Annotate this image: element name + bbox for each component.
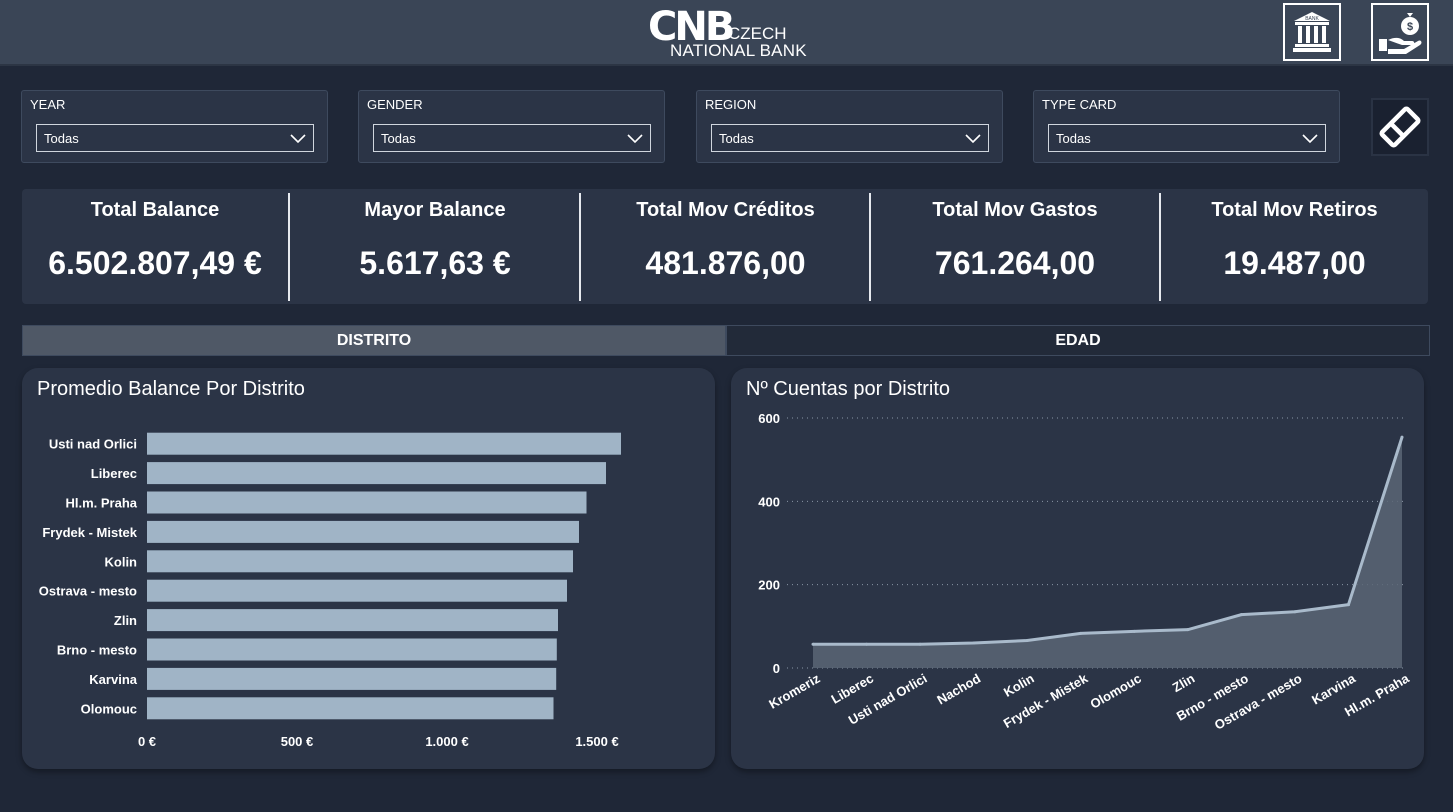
kpi-value: 761.264,00 — [934, 245, 1096, 281]
chevron-down-icon — [1302, 134, 1318, 144]
gender-slicer-label: GENDER — [367, 97, 423, 112]
money-hand-icon-button[interactable]: $ — [1371, 3, 1429, 61]
data-point — [1132, 629, 1136, 633]
type-card-dropdown[interactable]: Todas — [1048, 124, 1326, 152]
kpi-value: 5.617,63 € — [359, 245, 511, 281]
data-point — [1346, 603, 1350, 607]
year-slicer: YEAR Todas — [21, 90, 328, 163]
bar — [147, 579, 567, 602]
accounts-by-district-card: Nº Cuentas por Distrito 0 200 400 600 Kromer… — [731, 368, 1424, 769]
year-dropdown[interactable]: Todas — [36, 124, 314, 152]
category-label: Ostrava - mesto — [39, 584, 137, 599]
tab-distrito[interactable]: DISTRITO — [22, 325, 726, 356]
kpi-title: Mayor Balance — [364, 199, 506, 221]
chevron-down-icon — [627, 134, 643, 144]
category-label: Frydek - Mistek — [42, 525, 137, 540]
bank-icon-button[interactable]: BANK — [1283, 3, 1341, 61]
bar — [147, 609, 558, 632]
category-label: Olomouc — [81, 701, 137, 716]
top-header: CNB CZECH NATIONAL BANK BANK $ — [0, 0, 1453, 66]
accounts-area-chart: 0200400600Kromeriz LiberecUsti nad Orlici… — [758, 411, 1412, 733]
x-tick-label: 1.500 € — [575, 734, 618, 749]
y-tick-label: 0 — [773, 661, 780, 676]
chevron-down-icon — [965, 134, 981, 144]
x-tick-label: 1.000 € — [425, 734, 468, 749]
data-point — [972, 641, 976, 645]
type-card-slicer: TYPE CARD Todas — [1033, 90, 1340, 163]
gender-dropdown[interactable]: Todas — [373, 124, 651, 152]
category-label: Usti nad Orlici — [49, 437, 137, 452]
bar — [147, 491, 587, 514]
type-card-slicer-label: TYPE CARD — [1042, 97, 1117, 112]
region-slicer: REGION Todas — [696, 90, 1003, 163]
data-point — [1239, 613, 1243, 617]
svg-text:BANK: BANK — [1305, 16, 1319, 22]
chevron-down-icon — [290, 134, 306, 144]
region-selected-value: Todas — [719, 131, 754, 146]
data-point — [811, 642, 815, 646]
x-tick-label: Kromeriz — [766, 670, 823, 711]
kpi-title: Total Mov Retiros — [1211, 199, 1378, 221]
data-point — [1025, 639, 1029, 642]
x-tick-label: Nachod — [934, 671, 983, 708]
data-point — [918, 642, 922, 646]
svg-text:$: $ — [1407, 21, 1413, 33]
bar — [147, 432, 621, 455]
tab-edad[interactable]: EDAD — [726, 325, 1430, 356]
region-dropdown[interactable]: Todas — [711, 124, 989, 152]
data-point — [1079, 631, 1083, 635]
category-label: Kolin — [105, 554, 138, 569]
x-tick-label: Kolin — [1001, 671, 1037, 700]
kpi-total-mov-creditos: Total Mov Créditos 481.876,00 — [581, 189, 870, 304]
bar — [147, 550, 573, 573]
y-tick-label: 600 — [758, 411, 780, 426]
region-slicer-label: REGION — [705, 97, 757, 112]
bar — [147, 697, 554, 720]
x-tick-label: 0 € — [138, 734, 156, 749]
eraser-icon — [1379, 106, 1421, 148]
data-point — [1186, 628, 1190, 632]
clear-filters-button[interactable] — [1371, 98, 1429, 156]
kpi-title: Total Mov Créditos — [636, 199, 815, 221]
bar — [147, 638, 557, 661]
bar — [147, 520, 579, 543]
kpi-value: 19.487,00 — [1223, 245, 1366, 281]
kpi-total-mov-retiros: Total Mov Retiros 19.487,00 — [1161, 189, 1428, 304]
category-label: Zlin — [114, 613, 137, 628]
gender-slicer: GENDER Todas — [358, 90, 665, 163]
x-tick-label: Olomouc — [1087, 671, 1143, 712]
gender-selected-value: Todas — [381, 131, 416, 146]
bank-icon: BANK — [1293, 12, 1331, 52]
year-selected-value: Todas — [44, 131, 79, 146]
data-point — [1400, 435, 1404, 439]
kpi-total-mov-gastos: Total Mov Gastos 761.264,00 — [871, 189, 1159, 304]
kpi-mayor-balance: Mayor Balance 5.617,63 € — [290, 189, 580, 304]
view-tabs: DISTRITO EDAD — [22, 325, 1430, 356]
logo-line-2: NATIONAL BANK — [670, 41, 807, 60]
category-label: Hl.m. Praha — [65, 496, 137, 511]
x-tick-label: 500 € — [281, 734, 314, 749]
category-label: Karvina — [89, 672, 137, 687]
kpi-title: Total Balance — [90, 199, 220, 221]
kpi-bar: Total Balance 6.502.807,49 € Mayor Balan… — [22, 189, 1428, 304]
data-point — [865, 642, 869, 646]
category-label: Brno - mesto — [57, 643, 137, 658]
bar — [147, 667, 557, 690]
balance-bar-chart: Usti nad Orlici Liberec Hl.m. Praha Frydek … — [39, 432, 621, 749]
kpi-value: 481.876,00 — [645, 245, 806, 281]
kpi-value: 6.502.807,49 € — [48, 245, 262, 281]
balance-by-district-card: Promedio Balance Por Distrito Usti nad O… — [22, 368, 715, 769]
bar — [147, 462, 606, 485]
kpi-title: Total Mov Gastos — [932, 199, 1098, 221]
x-tick-label: Zlin — [1170, 671, 1198, 696]
y-tick-label: 400 — [758, 494, 780, 509]
type-card-selected-value: Todas — [1056, 131, 1091, 146]
data-point — [1293, 610, 1297, 614]
money-hand-icon: $ — [1379, 13, 1422, 54]
kpi-total-balance: Total Balance 6.502.807,49 € — [22, 189, 288, 304]
year-slicer-label: YEAR — [30, 97, 66, 112]
cnb-logo: CNB CZECH NATIONAL BANK — [648, 4, 818, 62]
y-tick-label: 200 — [758, 578, 780, 593]
category-label: Liberec — [91, 466, 137, 481]
